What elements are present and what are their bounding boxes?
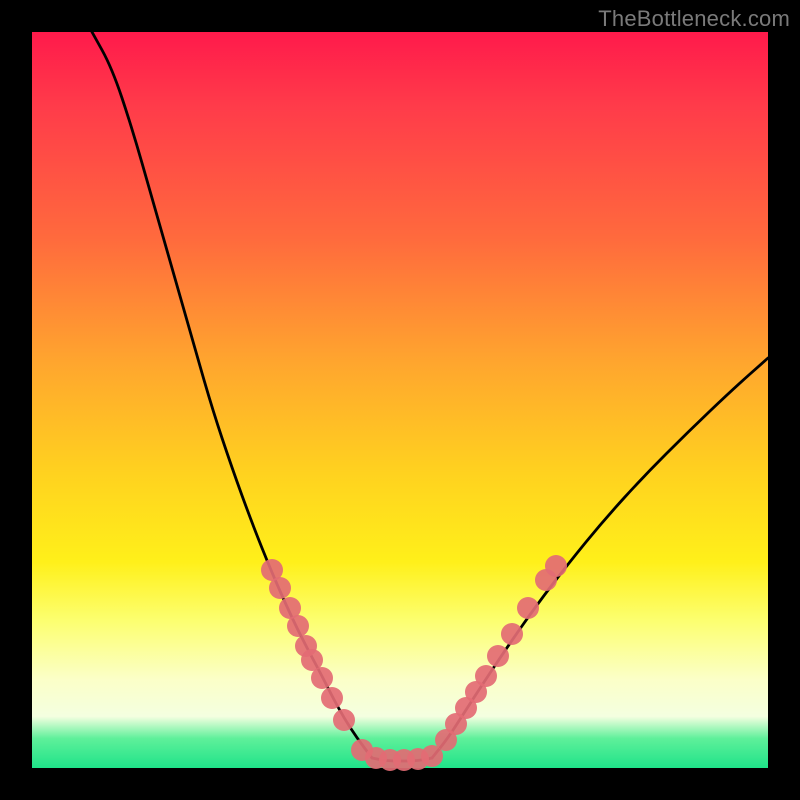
marker-right-cluster <box>517 597 539 619</box>
series-left-branch <box>92 32 372 758</box>
chart-svg <box>32 32 768 768</box>
marker-left-cluster <box>321 687 343 709</box>
marker-right-cluster <box>501 623 523 645</box>
marker-left-cluster <box>287 615 309 637</box>
outer-frame: TheBottleneck.com <box>0 0 800 800</box>
watermark-text: TheBottleneck.com <box>598 6 790 32</box>
marker-left-cluster <box>333 709 355 731</box>
marker-right-cluster <box>475 665 497 687</box>
marker-right-cluster <box>487 645 509 667</box>
marker-left-cluster <box>269 577 291 599</box>
marker-right-cluster <box>545 555 567 577</box>
marker-left-cluster <box>311 667 333 689</box>
curve-lines <box>92 32 768 761</box>
data-markers <box>261 555 567 771</box>
plot-area <box>32 32 768 768</box>
